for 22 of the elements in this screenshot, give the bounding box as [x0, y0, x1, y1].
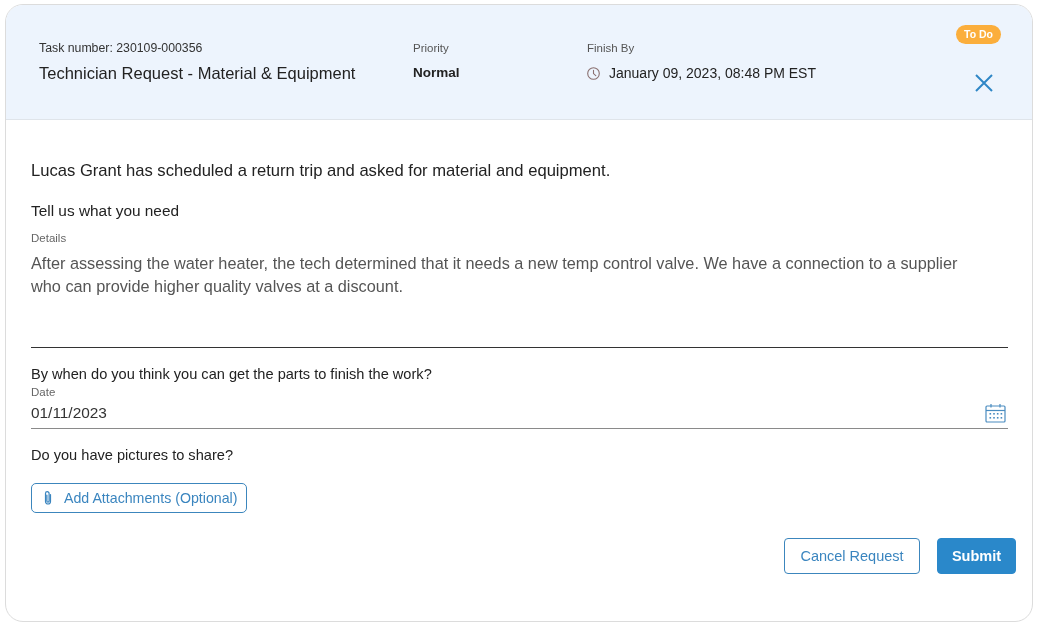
close-icon[interactable] — [974, 74, 993, 92]
field-label: Details — [31, 231, 68, 245]
question-text: Do you have pictures to share? — [31, 446, 234, 464]
finish-by-label: Finish By — [587, 41, 636, 55]
finish-by-value: January 09, 2023, 08:48 PM EST — [609, 64, 816, 83]
priority-label: Priority — [413, 41, 450, 55]
date-field[interactable]: 01/11/2023 — [31, 403, 1008, 429]
paperclip-icon — [43, 490, 53, 506]
field-label: Date — [31, 385, 57, 399]
details-field[interactable]: After assessing the water heater, the tech determined that it needs a new temp control valve. We have a connection to a supplier who can provide higher quality valves at a discount. — [31, 252, 1008, 348]
clock-icon — [587, 66, 600, 80]
section-heading: Tell us what you need — [31, 201, 180, 221]
task-number: Task number: 230109-000356 — [39, 41, 204, 55]
question-text: By when do you think you can get the parts to finish the work? — [31, 365, 433, 383]
add-attachments-button[interactable]: Add Attachments (Optional) — [31, 483, 247, 513]
request-message: Lucas Grant has scheduled a return trip and asked for material and equipment. — [31, 161, 612, 181]
task-title: Technician Request - Material & Equipment — [39, 63, 357, 83]
submit-button[interactable]: Submit — [937, 538, 1016, 574]
priority-value: Normal — [413, 64, 461, 82]
status-badge: To Do — [956, 25, 1001, 44]
calendar-icon[interactable] — [985, 403, 1006, 423]
cancel-button[interactable]: Cancel Request — [784, 538, 920, 574]
